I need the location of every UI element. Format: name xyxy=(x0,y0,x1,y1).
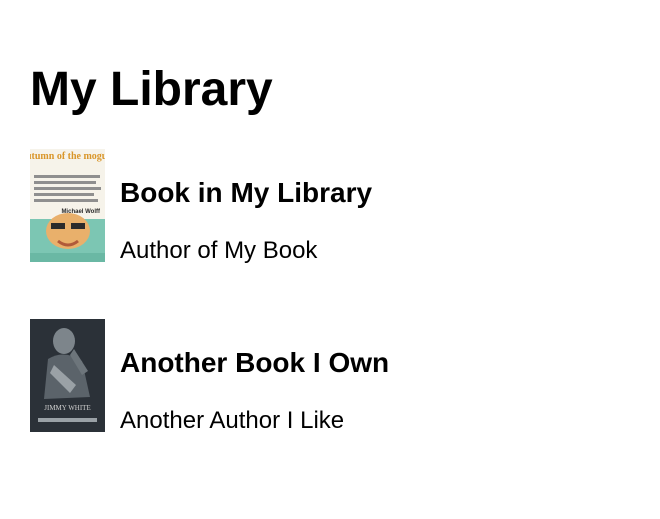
book-cover-image[interactable]: JIMMY WHITE xyxy=(30,319,105,432)
cover-author-text: JIMMY WHITE xyxy=(44,404,90,412)
cover-title-text: autumn of the moguls xyxy=(30,151,105,162)
book-title[interactable]: Book in My Library xyxy=(120,177,372,209)
book-title[interactable]: Another Book I Own xyxy=(120,347,389,379)
book-cover-image[interactable]: autumn of the moguls Michael Wolff xyxy=(30,149,105,262)
book-item[interactable]: JIMMY WHITE Another Book I Own Another A… xyxy=(30,319,630,434)
book-author: Author of My Book xyxy=(120,237,318,264)
book-item[interactable]: autumn of the moguls Michael Wolff xyxy=(30,149,630,264)
page-title: My Library xyxy=(30,63,273,116)
book-author: Another Author I Like xyxy=(120,407,345,434)
